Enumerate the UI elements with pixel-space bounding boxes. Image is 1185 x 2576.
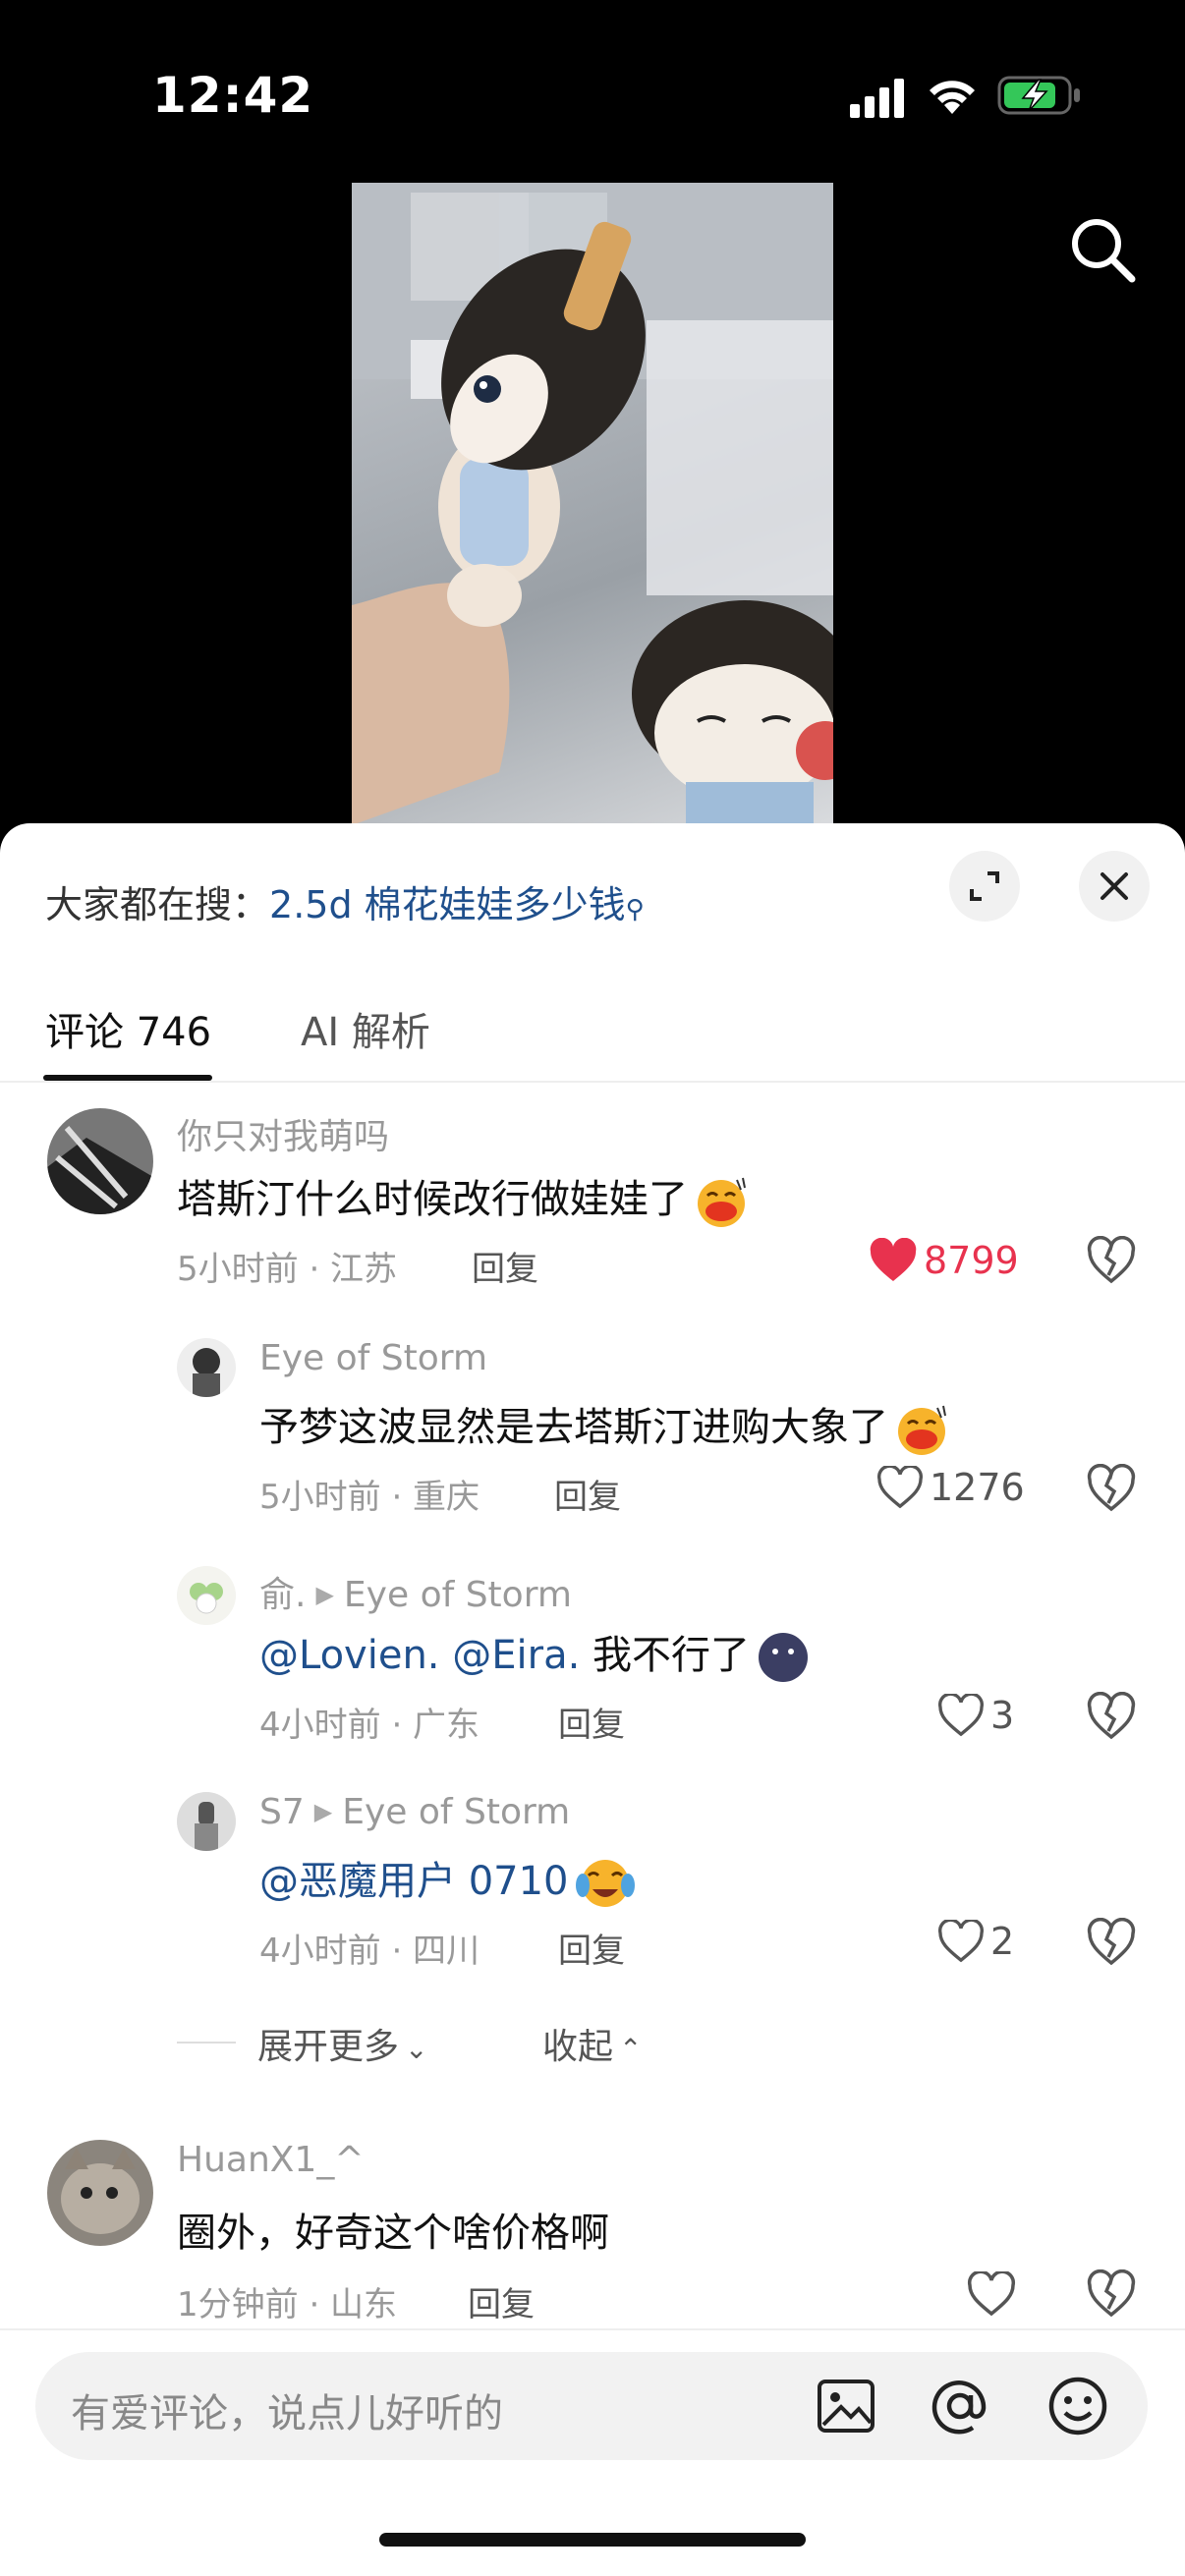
like-count: 3 [990,1694,1015,1737]
reply-button[interactable]: 回复 [472,1242,538,1290]
broken-heart-icon[interactable] [1087,1692,1136,1741]
reply-author[interactable]: S7 [259,1792,305,1832]
chevron-down-icon: ⌄ [405,2033,428,2065]
mention-link[interactable]: @恶魔用户 0710 [259,1859,569,1904]
expand-more-button[interactable]: 展开更多 ⌄ [257,2018,427,2069]
search-icon[interactable] [1067,214,1140,287]
comment-body: 予梦这波显然是去塔斯汀进购大象了 [259,1405,888,1450]
like-button[interactable]: 2 [937,1920,1014,1963]
comment-meta: 4小时前 · 广东 [259,1706,480,1745]
crying-laughing-emoji-icon [575,1860,635,1907]
comment-input-placeholder[interactable]: 有爱评论，说点儿好听的 [71,2381,503,2438]
like-button[interactable]: 8799 [869,1238,1019,1283]
reply-target[interactable]: Eye of Storm [344,1575,572,1615]
reply-button[interactable]: 回复 [558,1924,625,1972]
heart-outline-icon[interactable] [967,2271,1016,2317]
heart-filled-icon [870,1238,917,1281]
comment-tabs: 评论 746 AI 解析 [0,980,1185,1083]
avatar[interactable] [177,1566,236,1625]
like-count: 8799 [924,1239,1019,1282]
mention-link[interactable]: @Eira. [452,1633,580,1678]
comments-sheet: 大家都在搜：2.5d 棉花娃娃多少钱⚲ 评论 746 AI 解析 你只对我萌吗 … [0,823,1185,2576]
comment-username[interactable]: Eye of Storm [259,1338,487,1378]
reply-button[interactable]: 回复 [558,1698,625,1746]
heart-outline-icon [877,1466,923,1509]
comment-text: 予梦这波显然是去塔斯汀进购大象了 [259,1395,949,1457]
comment-text: @恶魔用户 0710 [259,1849,636,1911]
video-frame [352,183,833,825]
expand-more-label: 展开更多 [257,2027,400,2067]
comment-username[interactable]: HuanX1_^ [177,2140,365,2180]
comment-text: 塔斯汀什么时候改行做娃娃了 [177,1167,749,1229]
avatar[interactable] [47,2140,153,2246]
like-button[interactable]: 3 [937,1694,1014,1737]
tab-comments[interactable]: 评论 746 [45,1000,211,1057]
video-player[interactable] [352,183,833,825]
heart-outline-icon [938,1920,984,1963]
close-button[interactable] [1079,851,1150,922]
home-indicator[interactable] [379,2533,806,2547]
comment-meta: 5小时前 · 江苏 [177,1250,398,1289]
wifi-icon [930,81,975,114]
collapse-button[interactable]: 收起 ⌃ [542,2018,642,2069]
comment-meta: 4小时前 · 四川 [259,1932,480,1971]
like-count: 1276 [930,1466,1025,1509]
like-button[interactable]: 1276 [876,1466,1025,1509]
comment-body: 塔斯汀什么时候改行做娃娃了 [177,1177,688,1222]
mention-link[interactable]: @Lovien. [259,1633,440,1678]
collapse-label: 收起 [542,2027,614,2067]
cellular-signal-icon [850,79,904,118]
comment-text: 圈外，好奇这个啥价格啊 [177,2211,609,2256]
comment-meta: 1分钟前 · 山东 [177,2285,398,2324]
broken-heart-icon[interactable] [1087,2269,1136,2319]
reply-button[interactable]: 回复 [554,1470,621,1518]
broken-heart-icon[interactable] [1087,1464,1136,1513]
tab-ai-analysis[interactable]: AI 解析 [301,1000,430,1057]
reply-author[interactable]: 俞. [259,1575,306,1615]
avatar[interactable] [177,1338,236,1397]
trending-label: 大家都在搜： [45,883,270,926]
reply-button[interactable]: 回复 [468,2277,535,2325]
comment-text: @Lovien. @Eira. 我不行了 [259,1623,811,1685]
reply-target[interactable]: Eye of Storm [342,1792,570,1832]
status-bar: 12:42 [0,0,1185,187]
battery-charging-icon [997,76,1080,115]
active-tab-indicator [43,1075,212,1081]
status-time: 12:42 [152,67,314,124]
comment-username: 俞. ▶ Eye of Storm [259,1566,572,1617]
comment-username[interactable]: 你只对我萌吗 [177,1108,389,1159]
reply-arrow-icon: ▶ [313,1798,333,1825]
blue-face-emoji-icon [759,1633,809,1682]
broken-heart-icon[interactable] [1087,1918,1136,1967]
avatar[interactable] [47,1108,153,1214]
laughing-emoji-icon [698,1177,746,1227]
heart-outline-icon [938,1694,984,1737]
comment-input-bar[interactable]: 有爱评论，说点儿好听的 [35,2352,1148,2460]
comment-body: 我不行了 [592,1633,751,1678]
search-small-icon: ⚲ [625,895,645,924]
at-mention-icon[interactable] [928,2374,992,2438]
trending-query[interactable]: 2.5d 棉花娃娃多少钱 [269,883,626,926]
thread-divider [177,2042,236,2044]
like-count: 2 [990,1920,1015,1963]
reply-arrow-icon: ▶ [315,1581,334,1608]
image-icon[interactable] [814,2374,878,2438]
emoji-picker-icon[interactable] [1045,2374,1110,2438]
expand-button[interactable] [949,851,1020,922]
comment-meta: 5小时前 · 重庆 [259,1478,480,1517]
comment-username: S7 ▶ Eye of Storm [259,1792,570,1832]
chevron-up-icon: ⌃ [619,2033,643,2065]
close-icon [1100,872,1128,900]
laughing-emoji-icon [898,1405,946,1455]
trending-search[interactable]: 大家都在搜：2.5d 棉花娃娃多少钱⚲ [45,874,645,928]
broken-heart-icon[interactable] [1087,1236,1136,1285]
expand-icon [970,871,999,901]
avatar[interactable] [177,1792,236,1851]
